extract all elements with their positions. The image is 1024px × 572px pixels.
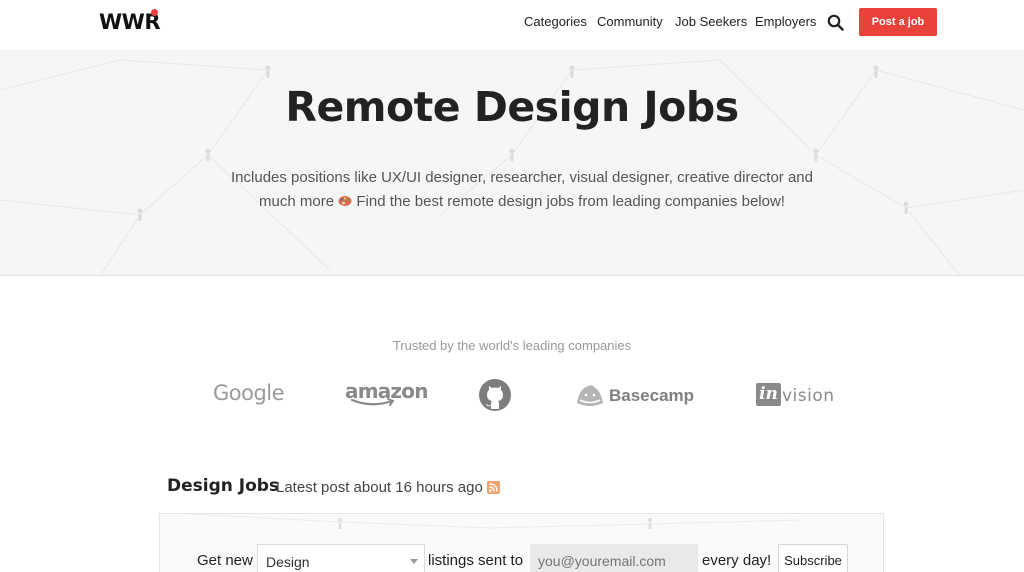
logo-dot xyxy=(151,9,158,16)
trusted-by-label: Trusted by the world's leading companies xyxy=(392,338,632,353)
subscribe-button[interactable]: Subscribe xyxy=(778,544,848,572)
invision-logo-mark: in xyxy=(756,383,781,406)
email-field[interactable] xyxy=(530,544,698,572)
search-icon[interactable] xyxy=(827,14,844,31)
github-icon xyxy=(479,379,511,411)
hero-subtitle: Includes positions like UX/UI designer, … xyxy=(222,166,822,214)
amazon-smile-icon xyxy=(350,398,395,406)
subscribe-get-new-label: Get new xyxy=(197,552,253,569)
google-logo: Google xyxy=(213,381,285,405)
nav-categories[interactable]: Categories xyxy=(524,14,587,29)
subscribe-every-day-label: every day! xyxy=(702,552,772,569)
artist-palette-icon xyxy=(338,196,352,206)
subscribe-panel: Get new Design listings sent to every da… xyxy=(159,513,884,572)
invision-logo: vision xyxy=(782,386,835,406)
chevron-down-icon xyxy=(410,559,418,564)
jobs-section-title: Design Jobs xyxy=(167,476,280,496)
basecamp-icon xyxy=(577,385,603,406)
category-select-value: Design xyxy=(266,554,310,570)
nav-employers[interactable]: Employers xyxy=(755,14,816,29)
site-header: WWR Categories Community Job Seekers Emp… xyxy=(0,0,1024,46)
nav-community[interactable]: Community xyxy=(597,14,663,29)
basecamp-logo: Basecamp xyxy=(609,386,695,405)
rss-icon[interactable] xyxy=(487,481,500,494)
nav-job-seekers[interactable]: Job Seekers xyxy=(675,14,747,29)
subscribe-listings-label: listings sent to xyxy=(428,552,524,569)
latest-post-text: Latest post about 16 hours ago xyxy=(276,479,483,496)
category-select[interactable]: Design xyxy=(257,544,425,572)
page-title: Remote Design Jobs xyxy=(285,83,739,131)
hero-section: Remote Design Jobs Includes positions li… xyxy=(0,50,1024,276)
hero-subtitle-part-2: Find the best remote design jobs from le… xyxy=(356,193,785,210)
post-a-job-button[interactable]: Post a job xyxy=(859,8,937,36)
